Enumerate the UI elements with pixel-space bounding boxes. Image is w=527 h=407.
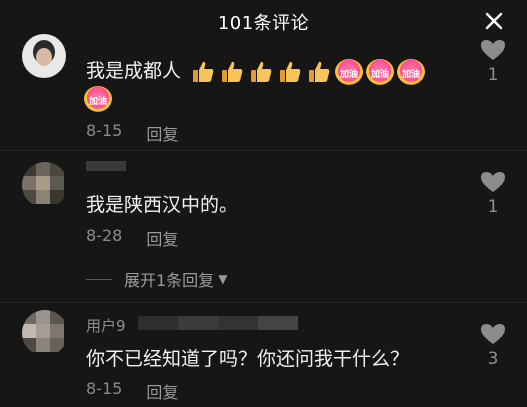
- username-redacted: [138, 316, 298, 330]
- comment-text-continued: 加油: [84, 86, 112, 112]
- expand-replies-label: 展开1条回复: [124, 271, 215, 290]
- thumbs-up-emoji: [277, 59, 303, 85]
- comment-item: 我是陕西汉中的。 8-28 回复 1: [0, 150, 527, 300]
- avatar[interactable]: [22, 310, 68, 356]
- like-control[interactable]: 1: [473, 170, 513, 217]
- thumbs-up-emoji: [219, 59, 245, 85]
- expand-replies-button[interactable]: 展开1条回复 ▼: [86, 267, 227, 291]
- comment-item: 用户9 你不已经知道了吗？你还问我干什么？ 8-15 回复 3: [0, 302, 527, 407]
- heart-icon[interactable]: [480, 170, 506, 194]
- heart-icon[interactable]: [480, 322, 506, 346]
- expand-line: [86, 278, 112, 280]
- comment-text: 你不已经知道了吗？你还问我干什么？: [86, 348, 410, 370]
- reply-button[interactable]: 回复: [146, 226, 178, 250]
- heart-icon[interactable]: [480, 38, 506, 62]
- comment-meta: 8-15 回复: [86, 121, 178, 145]
- thumbs-up-emoji: [190, 59, 216, 85]
- username[interactable]: 用户9: [86, 315, 126, 336]
- like-count: 1: [487, 65, 499, 85]
- jiayou-emoji: 加油: [397, 58, 426, 85]
- like-control[interactable]: 1: [473, 38, 513, 85]
- comment-text: 我是成都人 加油 加油 加油: [86, 56, 426, 85]
- reply-button[interactable]: 回复: [146, 121, 178, 145]
- like-count: 3: [487, 349, 499, 369]
- username-redacted: [86, 161, 126, 171]
- comment-item: 我是成都人 加油 加油 加油 加油 8-15 回复 1: [0, 0, 527, 150]
- jiayou-emoji: 加油: [335, 58, 364, 85]
- thumbs-up-emoji: [306, 59, 332, 85]
- like-count: 1: [487, 197, 499, 217]
- jiayou-emoji: 加油: [84, 86, 112, 112]
- comment-date: 8-28: [86, 226, 123, 245]
- avatar[interactable]: [22, 34, 66, 78]
- reply-button[interactable]: 回复: [146, 379, 178, 403]
- like-control[interactable]: 3: [473, 322, 513, 369]
- thumbs-up-emoji: [248, 59, 274, 85]
- comment-date: 8-15: [86, 121, 123, 140]
- comment-meta: 8-28 回复: [86, 226, 178, 250]
- comment-text: 我是陕西汉中的。: [86, 194, 239, 216]
- avatar[interactable]: [22, 162, 68, 208]
- comment-date: 8-15: [86, 379, 123, 398]
- jiayou-emoji: 加油: [366, 58, 395, 85]
- chevron-down-icon: ▼: [218, 272, 228, 286]
- comment-meta: 8-15 回复: [86, 379, 178, 403]
